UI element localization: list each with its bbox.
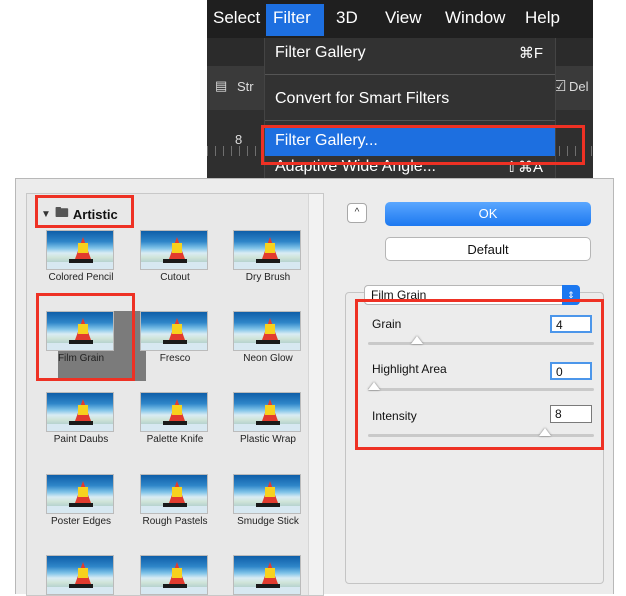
thumbnail-image (46, 230, 114, 270)
sail-stripe (265, 568, 275, 578)
thumbnail-label: Neon Glow (243, 353, 293, 364)
thumbnail-image (233, 555, 301, 595)
thumbnail-label: Paint Daubs (53, 434, 109, 445)
shortcut-label: ⌘F (518, 45, 543, 62)
wave-shape (47, 262, 113, 269)
hull-shape (69, 421, 93, 425)
menu-select[interactable]: Select (213, 8, 260, 28)
thumbnail-label: Poster Edges (50, 516, 112, 527)
hull-shape (256, 503, 280, 507)
default-button[interactable]: Default (385, 237, 591, 261)
hull-shape (69, 259, 93, 263)
menu-filter[interactable]: Filter (273, 8, 311, 28)
highlight-box-film-grain (36, 293, 135, 381)
menu-view[interactable]: View (385, 8, 422, 28)
menu-help[interactable]: Help (525, 8, 560, 28)
ruler-icon: ▤ (215, 78, 228, 93)
wave-shape (141, 424, 207, 431)
thumbnail-label: Palette Knife (146, 434, 204, 445)
thumbnail-image (46, 392, 114, 432)
thumbnail-image (140, 230, 208, 270)
sail-stripe (78, 487, 88, 497)
thumbnail-image (46, 474, 114, 514)
sail-stripe (172, 487, 182, 497)
hull-shape (256, 340, 280, 344)
hull-shape (256, 259, 280, 263)
thumbnail-image (140, 474, 208, 514)
thumbnail-image (233, 474, 301, 514)
thumbnail-label: Smudge Stick (237, 516, 299, 527)
hull-shape (69, 503, 93, 507)
thumbnail-image (140, 555, 208, 595)
thumbnail-label: Plastic Wrap (240, 434, 296, 445)
ok-button[interactable]: OK (385, 202, 591, 226)
thumbnail-image (233, 311, 301, 351)
menu-item-convert-smart-filters[interactable]: Convert for Smart Filters (275, 90, 449, 108)
highlight-box-settings (355, 299, 604, 450)
highlight-box-menu-item (261, 125, 585, 165)
menu-separator (265, 120, 555, 121)
sail-stripe (78, 568, 88, 578)
sail-stripe (265, 487, 275, 497)
hull-shape (163, 259, 187, 263)
menu-3d[interactable]: 3D (336, 8, 358, 28)
sail-stripe (172, 405, 182, 415)
thumbnail-image (140, 311, 208, 351)
thumbnail-label: Colored Pencil (48, 272, 114, 283)
wave-shape (141, 506, 207, 513)
hull-shape (69, 584, 93, 588)
wave-shape (141, 343, 207, 350)
sail-stripe (78, 243, 88, 253)
menu-window[interactable]: Window (445, 8, 505, 28)
highlight-box-category (35, 195, 134, 228)
straighten-label[interactable]: Str (237, 79, 254, 94)
thumbnail-image (233, 392, 301, 432)
wave-shape (141, 262, 207, 269)
menu-item-filter-gallery-last[interactable]: Filter Gallery (275, 44, 366, 62)
filter-thumbnails-panel: ▼ 🖿 Artistic Colored Pencil Cutout Dry Bru… (26, 193, 324, 596)
hull-shape (163, 421, 187, 425)
hull-shape (163, 584, 187, 588)
wave-shape (234, 343, 300, 350)
hull-shape (163, 340, 187, 344)
sail-stripe (265, 405, 275, 415)
menu-separator (265, 74, 555, 75)
thumbnail-label: Cutout (160, 272, 190, 283)
thumbnail-label: Fresco (159, 353, 191, 364)
hull-shape (256, 584, 280, 588)
thumbnail-image (233, 230, 301, 270)
collapse-button[interactable]: ^ (347, 203, 367, 223)
thumbnail-image (46, 555, 114, 595)
thumbnail-label: Dry Brush (245, 272, 291, 283)
sail-stripe (172, 243, 182, 253)
hull-shape (163, 503, 187, 507)
thumbnail-image (140, 392, 208, 432)
sail-stripe (78, 405, 88, 415)
wave-shape (47, 506, 113, 513)
scrollbar[interactable] (308, 194, 323, 595)
ruler-number: 8 (235, 132, 243, 147)
thumbnail-label: Rough Pastels (142, 516, 208, 527)
delete-label[interactable]: Del (569, 79, 589, 94)
wave-shape (234, 424, 300, 431)
sail-stripe (265, 243, 275, 253)
menubar: Select Filter 3D View Window Help (207, 0, 593, 38)
sail-stripe (172, 324, 182, 334)
hull-shape (256, 421, 280, 425)
wave-shape (234, 262, 300, 269)
sail-stripe (265, 324, 275, 334)
wave-shape (47, 424, 113, 431)
sail-stripe (172, 568, 182, 578)
wave-shape (234, 506, 300, 513)
